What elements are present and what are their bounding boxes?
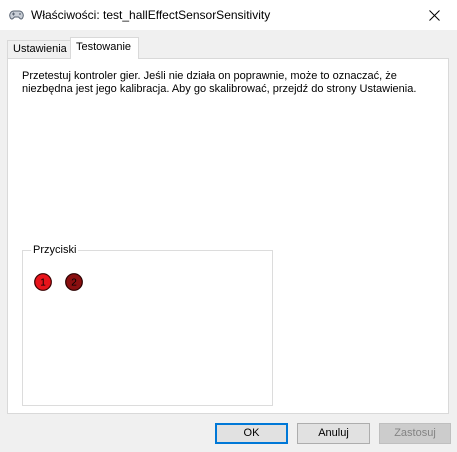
tab-testing[interactable]: Testowanie [70, 37, 139, 59]
button-2-label: 2 [71, 278, 77, 289]
cancel-button[interactable]: Anuluj [297, 423, 370, 444]
button-1-indicator: 1 [34, 273, 52, 291]
button-2-indicator: 2 [65, 273, 83, 291]
gamepad-icon [9, 10, 24, 20]
properties-window: Właściwości: test_hallEffectSensorSensit… [0, 0, 457, 452]
tab-settings[interactable]: Ustawienia [7, 40, 71, 58]
testing-description: Przetestuj kontroler gier. Jeśli nie dzi… [22, 70, 417, 95]
button-1-label: 1 [40, 278, 46, 289]
window-title: Właściwości: test_hallEffectSensorSensit… [31, 8, 271, 22]
close-button[interactable] [411, 0, 457, 30]
testing-panel: Przetestuj kontroler gier. Jeśli nie dzi… [7, 58, 449, 414]
buttons-groupbox: Przyciski 1 2 [22, 244, 273, 406]
title-bar[interactable]: Właściwości: test_hallEffectSensorSensit… [0, 0, 457, 30]
apply-button[interactable]: Zastosuj [379, 423, 451, 444]
close-icon [428, 9, 440, 21]
buttons-group-label: Przyciski [31, 244, 79, 257]
ok-button[interactable]: OK [215, 423, 288, 444]
